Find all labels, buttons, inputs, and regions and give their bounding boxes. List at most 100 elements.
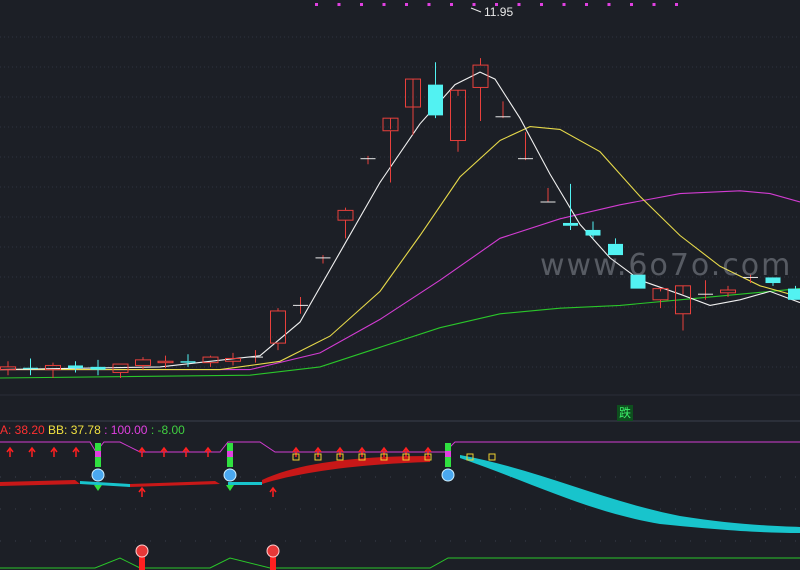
candle <box>23 358 38 376</box>
indicator-a-value: A: 38.20 <box>0 423 45 437</box>
top-marker-dot <box>540 3 543 6</box>
candle <box>68 361 83 373</box>
candle-body-down <box>428 84 443 116</box>
candle <box>315 255 331 264</box>
top-marker-dot <box>517 3 521 6</box>
candle <box>450 89 466 152</box>
candle-body-up <box>450 89 466 142</box>
candle-body-down <box>585 229 601 236</box>
candlestick-series <box>0 58 800 379</box>
top-marker-dot <box>585 3 588 6</box>
candle-body-down <box>68 365 83 369</box>
signal-ball <box>441 468 455 482</box>
candle-body-up <box>337 209 354 221</box>
buy-arrow-lower <box>138 486 146 497</box>
signal-ball <box>91 468 105 482</box>
down-arrow <box>94 485 102 491</box>
candle-body-down <box>563 222 578 226</box>
buy-arrow <box>72 446 80 457</box>
signal-ball <box>223 468 237 482</box>
candle-body-down <box>765 277 781 284</box>
candle <box>675 285 691 331</box>
indicator-band-line <box>0 441 800 453</box>
top-marker-dot <box>360 3 363 6</box>
pillar-green <box>445 443 451 451</box>
top-marker-dot <box>427 3 431 6</box>
ma-yellow-line <box>0 126 800 371</box>
top-marker-dot <box>675 3 678 6</box>
candle-body-up <box>270 310 286 344</box>
candle <box>112 363 129 379</box>
top-marker-dot <box>652 3 656 6</box>
candle-body-up <box>0 366 16 371</box>
candle-body-down <box>608 243 623 256</box>
candle <box>180 354 196 367</box>
top-marker-dot <box>562 3 566 6</box>
candle-body-down <box>90 366 106 370</box>
buy-arrow-lower <box>269 486 277 497</box>
red-ball-signal <box>135 544 149 570</box>
candle-body-down <box>630 274 646 289</box>
indicator-bb-value: BB: 37.78 <box>48 423 101 437</box>
candle <box>563 183 578 230</box>
candle <box>495 101 511 119</box>
candle-body-up <box>157 360 174 364</box>
candle <box>585 221 601 239</box>
pillar-green <box>445 457 451 467</box>
red-pillar <box>270 556 276 570</box>
candle <box>90 359 106 376</box>
indicator-cyan-ribbon <box>228 482 262 485</box>
ma-green-line <box>0 288 800 379</box>
top-marker-dot <box>315 3 318 6</box>
pillar-green <box>227 457 233 467</box>
high-price-label: 11.95 <box>484 5 514 19</box>
pillar-magenta <box>445 451 451 457</box>
candle-body-up <box>225 357 241 362</box>
indicator-red-ribbon <box>130 481 220 487</box>
red-pillar <box>139 556 145 570</box>
pillar-green <box>227 443 233 451</box>
ma-magenta-line <box>0 190 800 371</box>
signal-fall-badge: 跌 <box>617 405 633 421</box>
candle <box>270 308 286 351</box>
indicator-panel <box>0 441 800 570</box>
candle <box>382 117 399 183</box>
candle <box>518 132 533 161</box>
grid-lines <box>0 36 800 542</box>
red-ball <box>135 544 149 558</box>
candle <box>360 155 376 165</box>
top-marker-dot <box>607 3 611 6</box>
ma-white-line <box>0 71 800 371</box>
candle <box>652 288 669 309</box>
indicator-cyan-ribbon <box>80 481 130 487</box>
high-price-pointer <box>470 7 482 13</box>
candle <box>45 362 61 379</box>
indicator-cyan-ribbon <box>460 455 800 533</box>
pillar-green <box>95 443 101 451</box>
candle <box>608 238 623 256</box>
red-ball <box>266 544 280 558</box>
indicator-red-ribbon <box>0 480 80 486</box>
indicator-legend: A: 38.20 BB: 37.78 : 100.00 : -8.00 <box>0 423 185 437</box>
pillar-green <box>95 457 101 467</box>
indicator-baseline <box>0 557 800 569</box>
red-ball-signal <box>266 544 280 570</box>
candle <box>630 274 646 289</box>
buy-arrow <box>6 446 14 457</box>
candle <box>0 361 16 376</box>
top-marker-dot <box>630 3 633 6</box>
top-marker-dot <box>405 3 408 6</box>
candle-body-up <box>720 289 736 294</box>
pillar-signal <box>441 443 455 482</box>
buy-arrow <box>28 446 36 457</box>
candle <box>765 277 781 286</box>
pillar-magenta <box>95 451 101 457</box>
top-marker-dot <box>450 3 453 6</box>
top-marker-dot <box>337 3 341 6</box>
candle-body-down <box>788 288 800 300</box>
stock-chart <box>0 3 800 570</box>
candle-body-up <box>112 363 129 373</box>
down-arrow <box>226 485 234 491</box>
candle-body-up <box>135 359 151 366</box>
candle <box>540 188 556 203</box>
